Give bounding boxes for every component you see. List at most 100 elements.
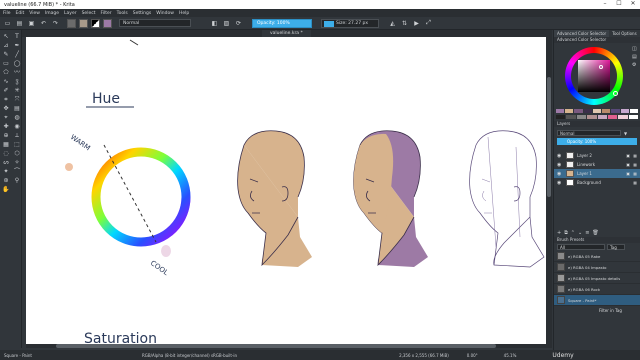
duplicate-layer-icon[interactable]: ⧉ [564,230,568,236]
status-zoom[interactable]: 45.1% [504,353,517,358]
gradient-tool-icon[interactable]: ▤ [12,104,22,113]
select-shapes-icon[interactable]: ↖ [1,32,11,41]
canvas[interactable]: Hue WARM COOL Saturation [26,37,552,348]
status-colorspace[interactable]: RGB/Alpha (8-bit integer/channel) sRGB-b… [142,353,237,358]
mirror-vertical-icon[interactable]: ⇅ [400,19,409,28]
vertical-scroll-thumb[interactable] [547,77,551,197]
open-icon[interactable]: ▤ [15,19,24,28]
layer-row[interactable]: ◉ Background ▦ [554,178,640,187]
bezier-tool-icon[interactable]: ∿ [1,77,11,86]
saturation-value-square[interactable] [578,60,610,92]
visibility-icon[interactable]: ◉ [557,162,563,168]
similar-select-icon[interactable]: ✦ [1,167,11,176]
ellipse-tool-icon[interactable]: ◯ [12,59,22,68]
crop-tool-icon[interactable]: ⌗ [1,95,11,104]
close-icon[interactable]: ✕ [626,0,640,7]
preset-filter-select[interactable]: All [557,244,605,250]
preset-item[interactable]: e) RGBA 04 Impasto [554,262,640,273]
menu-filter[interactable]: Filter [100,11,111,16]
color-picker-icon[interactable]: ⌖ [1,113,11,122]
freehand-path-icon[interactable]: ჳ [12,77,22,86]
horizontal-scrollbar[interactable] [26,344,546,348]
alpha-lock-icon[interactable]: ▦ [633,153,637,158]
common-colors[interactable] [556,115,638,119]
maximize-icon[interactable]: ☐ [612,0,626,7]
reload-preset-icon[interactable]: ⟳ [234,19,243,28]
blend-mode-select[interactable]: Normal [119,19,191,27]
freehand-select-icon[interactable]: ᔕ [1,158,11,167]
menu-layer[interactable]: Layer [64,11,77,16]
pattern-swatch[interactable] [79,18,88,28]
layer-row[interactable]: ◉ Linework ▣ ▦ [554,160,640,169]
save-icon[interactable]: ▣ [27,19,36,28]
transform-tool-icon[interactable]: ⤧ [12,95,22,104]
alpha-lock-icon[interactable]: ▦ [633,180,637,185]
undo-icon[interactable]: ↶ [39,19,48,28]
rectangle-tool-icon[interactable]: ▭ [1,59,11,68]
brush-tool-icon[interactable]: ✎ [1,50,11,59]
opacity-slider[interactable]: Opacity: 100% [252,18,312,28]
alpha-lock-icon[interactable]: ▦ [633,162,637,167]
common-colors-icon[interactable]: ▤ [632,55,637,60]
visibility-icon[interactable]: ◉ [557,180,563,186]
bezier-select-icon[interactable]: ⌒ [12,167,22,176]
advanced-color-selector[interactable]: ◫ ▤ ⚙ [554,43,640,121]
smart-patch-icon[interactable]: ✚ [1,122,11,131]
preset-tag-select[interactable]: Tag [607,244,625,250]
move-down-icon[interactable]: ⌄ [578,230,582,236]
vertical-scrollbar[interactable] [546,37,552,348]
wrap-around-icon[interactable]: ▶ [412,19,421,28]
menu-help[interactable]: Help [179,11,189,16]
redo-icon[interactable]: ↷ [51,19,60,28]
polygon-tool-icon[interactable]: ⬠ [1,68,11,77]
visibility-icon[interactable]: ◉ [557,171,563,177]
alpha-lock-icon[interactable]: ▦ [633,171,637,176]
visibility-icon[interactable]: ◉ [557,153,563,159]
preset-item[interactable]: e) RGBA 05 Impasto details [554,273,640,284]
reference-images-icon[interactable]: ▦ [1,140,11,149]
multibrush-icon[interactable]: ✳ [12,86,22,95]
document-tab[interactable]: valueline.kra * [262,30,311,37]
lock-icon[interactable]: ▣ [626,153,630,158]
filter-in-tag-label[interactable]: Filter in Tag [599,308,622,313]
menu-select[interactable]: Select [82,11,96,16]
minimize-icon[interactable]: – [598,0,612,7]
assistant-tool-icon[interactable]: ⊕ [1,131,11,140]
pan-tool-icon[interactable]: ✋ [1,185,11,194]
tab-advanced-color-selector[interactable]: Advanced Color Selector [554,30,610,37]
layer-opacity-slider[interactable]: Opacity: 100% [557,138,637,145]
menu-file[interactable]: File [3,11,11,16]
preset-item[interactable]: e) RGBA 05 Rake [554,251,640,262]
menu-view[interactable]: View [29,11,40,16]
menu-image[interactable]: Image [45,11,59,16]
text-tool-icon[interactable]: T [12,32,22,41]
measure-tool-icon[interactable]: ⟂ [12,131,22,140]
edit-shapes-icon[interactable]: ⊿ [1,41,11,50]
lock-icon[interactable]: ▣ [626,171,630,176]
fill-tool-icon[interactable]: ◉ [12,122,22,131]
menu-settings[interactable]: Settings [133,11,151,16]
zoom-tool-icon[interactable]: ⚲ [12,176,22,185]
move-up-icon[interactable]: ⌃ [571,230,575,236]
layer-filter-icon[interactable]: ▼ [624,131,627,136]
calligraphy-icon[interactable]: ✒ [12,41,22,50]
color-history-icon[interactable]: ◫ [632,47,637,52]
size-slider[interactable]: Size: 27.27 px [321,18,379,28]
selector-settings-icon[interactable]: ⚙ [632,63,637,68]
menu-window[interactable]: Window [156,11,174,16]
delete-layer-icon[interactable]: 🗑 [592,230,598,236]
preset-item-selected[interactable]: Square - Paint* [554,295,640,306]
ellipse-select-icon[interactable]: ◌ [1,149,11,158]
canvas-only-icon[interactable]: ⤢ [424,19,433,28]
move-tool-icon[interactable]: ✥ [1,104,11,113]
contiguous-select-icon[interactable]: ✧ [12,158,22,167]
menu-edit[interactable]: Edit [16,11,25,16]
layer-blend-select[interactable]: Normal [557,130,621,136]
gradient-swatch[interactable] [67,18,76,28]
new-document-icon[interactable]: ▭ [3,19,12,28]
polygon-select-icon[interactable]: ⬡ [12,149,22,158]
magnetic-select-icon[interactable]: ⊛ [1,176,11,185]
mirror-horizontal-icon[interactable]: ◭ [388,19,397,28]
tab-tool-options[interactable]: Tool Options [609,30,639,37]
layer-row-selected[interactable]: ◉ Layer 1 ▣ ▦ [554,169,640,178]
